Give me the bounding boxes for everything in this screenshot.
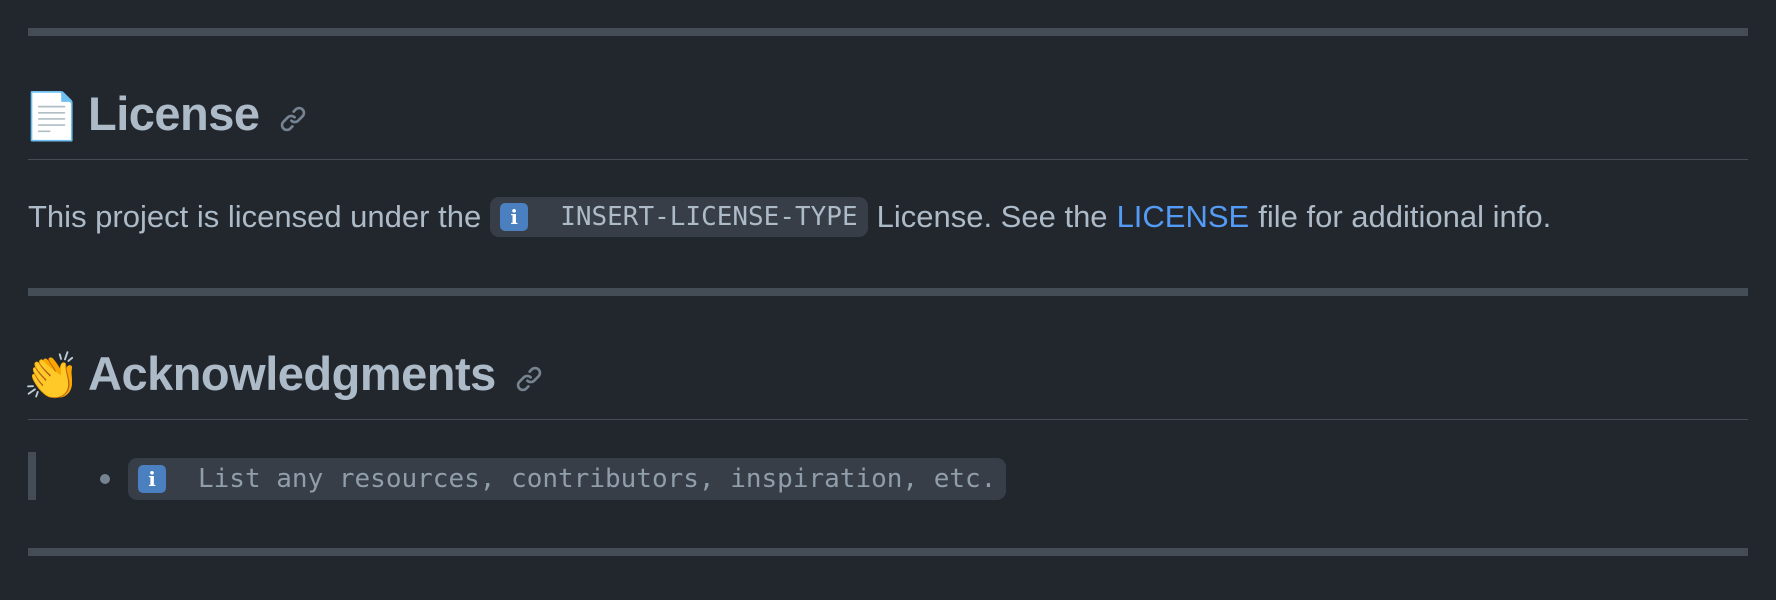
list-bullet [100,474,110,484]
license-text-middle: License. See the [876,199,1108,234]
info-icon: i [138,465,166,493]
bottom-divider [28,548,1748,556]
license-type-text: INSERT-LICENSE-TYPE [560,202,858,232]
license-paragraph: This project is licensed under the i INS… [28,197,1551,237]
acknowledgments-heading: 👏 Acknowledgments [23,346,1748,420]
license-heading: 📄 License [23,86,1748,160]
clapping-hands-emoji-icon: 👏 [23,350,81,402]
acknowledgments-title: Acknowledgments [88,347,496,400]
license-text-after: file for additional info. [1258,199,1552,234]
license-file-link[interactable]: LICENSE [1117,197,1250,237]
top-divider [28,28,1748,36]
license-text-before: This project is licensed under the [28,199,482,234]
license-anchor-link-icon[interactable] [278,104,308,134]
page-facing-up-emoji-icon: 📄 [23,90,81,142]
license-title: License [88,87,260,140]
info-icon: i [500,203,529,231]
license-type-code: i INSERT-LICENSE-TYPE [490,197,868,237]
middle-divider [28,288,1748,296]
acknowledgments-text: List any resources, contributors, inspir… [198,464,997,494]
acknowledgments-anchor-link-icon[interactable] [514,364,544,394]
acknowledgments-code: i List any resources, contributors, insp… [128,458,1007,500]
list-item: i List any resources, contributors, insp… [100,458,1007,500]
blockquote-bar [28,452,36,500]
